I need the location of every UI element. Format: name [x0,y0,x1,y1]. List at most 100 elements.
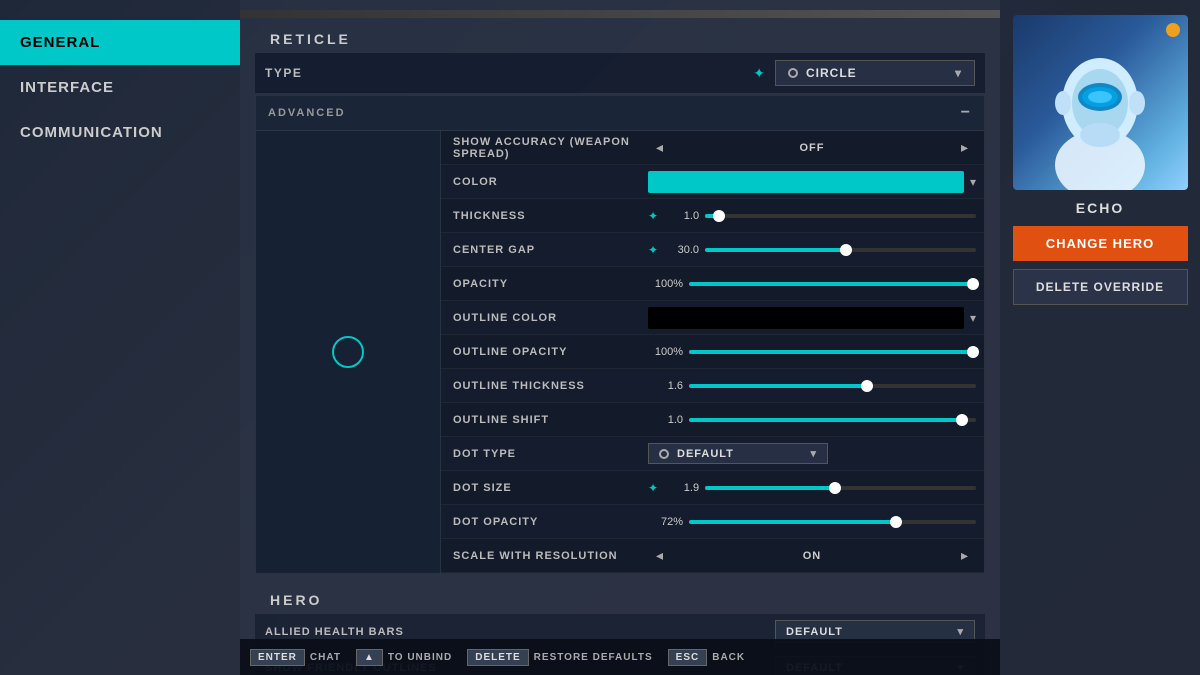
settings-list: SHOW ACCURACY (WEAPON SPREAD) ◂ OFF ▸ CO… [441,131,984,573]
scale-resolution-row: SCALE WITH RESOLUTION ◂ ON ▸ [441,539,984,573]
scale-left-arrow-icon[interactable]: ◂ [648,547,671,564]
thickness-star-icon: ✦ [648,209,658,223]
dot-size-star-icon: ✦ [648,481,658,495]
left-arrow-icon[interactable]: ◂ [648,139,671,156]
back-action: BACK [712,652,745,663]
type-dropdown[interactable]: CIRCLE ▾ [775,60,975,86]
restore-defaults-action: RESTORE DEFAULTS [534,652,653,663]
opacity-slider[interactable] [689,282,976,286]
outline-shift-fill [689,418,962,422]
allied-health-bars-value: DEFAULT [786,626,843,638]
dot-size-thumb[interactable] [829,482,841,494]
reticle-title: RETICLE [255,23,985,53]
center-gap-star-icon: ✦ [648,243,658,257]
center-gap-label: CENTER GAP [453,244,648,256]
opacity-fill [689,282,976,286]
bind-key: ▲ [356,649,383,666]
to-unbind-action: TO UNBIND [388,652,452,663]
opacity-thumb[interactable] [967,278,979,290]
outline-thickness-slider[interactable] [689,384,976,388]
advanced-panel: ADVANCED − SHOW ACCURACY (WEAPON SPREAD)… [255,95,985,574]
outline-opacity-thumb[interactable] [967,346,979,358]
sidebar: GENERAL INTERFACE COMMUNICATION [0,0,240,675]
reticle-preview [332,336,364,368]
color-label: COLOR [453,176,648,188]
bottom-bar: ENTER CHAT ▲ TO UNBIND DELETE RESTORE DE… [240,639,1000,675]
hero-title: HERO [255,584,985,614]
esc-key: ESC [668,649,708,666]
outline-color-row: OUTLINE COLOR ▾ [441,301,984,335]
type-row: TYPE ✦ CIRCLE ▾ [255,53,985,93]
color-row: COLOR ▾ [441,165,984,199]
delete-key: DELETE [467,649,528,666]
color-chevron-icon[interactable]: ▾ [970,175,976,189]
type-value: CIRCLE [806,66,857,80]
thickness-thumb[interactable] [713,210,725,222]
outline-shift-thumb[interactable] [956,414,968,426]
dot-opacity-row: DOT OPACITY 72% [441,505,984,539]
sidebar-item-general[interactable]: GENERAL [0,20,240,65]
outline-opacity-row: OUTLINE OPACITY 100% [441,335,984,369]
show-accuracy-row: SHOW ACCURACY (WEAPON SPREAD) ◂ OFF ▸ [441,131,984,165]
dot-opacity-value: 72% [648,516,683,528]
show-accuracy-value: OFF [671,142,953,154]
center-gap-value: 30.0 [664,244,699,256]
right-arrow-icon[interactable]: ▸ [953,139,976,156]
center-gap-fill [705,248,846,252]
advanced-body: SHOW ACCURACY (WEAPON SPREAD) ◂ OFF ▸ CO… [256,131,984,573]
advanced-header[interactable]: ADVANCED − [256,96,984,131]
outline-thickness-label: OUTLINE THICKNESS [453,380,648,392]
color-picker[interactable] [648,171,964,193]
outline-opacity-slider[interactable] [689,350,976,354]
sidebar-item-interface[interactable]: INTERFACE [0,65,240,110]
center-gap-slider[interactable] [705,248,976,252]
outline-shift-slider[interactable] [689,418,976,422]
opacity-row: OPACITY 100% [441,267,984,301]
type-label: TYPE [265,66,753,80]
dot-opacity-label: DOT OPACITY [453,516,648,528]
delete-override-button[interactable]: DELETE OVERRIDE [1013,269,1188,305]
outline-shift-label: OUTLINE SHIFT [453,414,648,426]
hero-portrait [1013,15,1188,190]
opacity-label: OPACITY [453,278,648,290]
top-decorative-bar [240,10,1000,18]
dot-opacity-slider[interactable] [689,520,976,524]
outline-shift-value: 1.0 [648,414,683,426]
center-gap-row: CENTER GAP ✦ 30.0 [441,233,984,267]
dot-type-dropdown[interactable]: DEFAULT ▾ [648,443,828,464]
show-accuracy-toggle: ◂ OFF ▸ [648,139,976,156]
dot-size-fill [705,486,835,490]
outline-color-label: OUTLINE COLOR [453,312,648,324]
dot-size-value: 1.9 [664,482,699,494]
dot-type-dot-icon [659,449,669,459]
scale-resolution-label: SCALE WITH RESOLUTION [453,550,648,562]
allied-health-bars-label: ALLIED HEALTH BARS [265,626,775,638]
outline-color-chevron-icon[interactable]: ▾ [970,311,976,325]
scale-resolution-toggle: ◂ ON ▸ [648,547,976,564]
center-gap-thumb[interactable] [840,244,852,256]
opacity-value: 100% [648,278,683,290]
scale-resolution-value: ON [671,550,953,562]
dot-opacity-fill [689,520,896,524]
echo-figure [1035,35,1165,190]
outline-thickness-row: OUTLINE THICKNESS 1.6 [441,369,984,403]
dot-opacity-thumb[interactable] [890,516,902,528]
collapse-icon[interactable]: − [961,104,972,122]
outline-color-picker[interactable] [648,307,964,329]
sidebar-item-communication[interactable]: COMMUNICATION [0,110,240,155]
preview-area [256,131,441,573]
hero-name: ECHO [1076,200,1124,216]
dot-size-label: DOT SIZE [453,482,648,494]
right-panel: ECHO CHANGE HERO DELETE OVERRIDE [1000,0,1200,675]
dot-size-slider[interactable] [705,486,976,490]
chat-action: CHAT [310,652,341,663]
outline-thickness-thumb[interactable] [861,380,873,392]
change-hero-button[interactable]: CHANGE HERO [1013,226,1188,261]
thickness-slider[interactable] [705,214,976,218]
outline-thickness-fill [689,384,867,388]
allied-health-chevron-icon: ▾ [957,625,964,638]
dot-type-row: DOT TYPE DEFAULT ▾ [441,437,984,471]
scale-right-arrow-icon[interactable]: ▸ [953,547,976,564]
gold-badge-icon [1166,23,1180,37]
dot-type-chevron-icon: ▾ [810,447,817,460]
